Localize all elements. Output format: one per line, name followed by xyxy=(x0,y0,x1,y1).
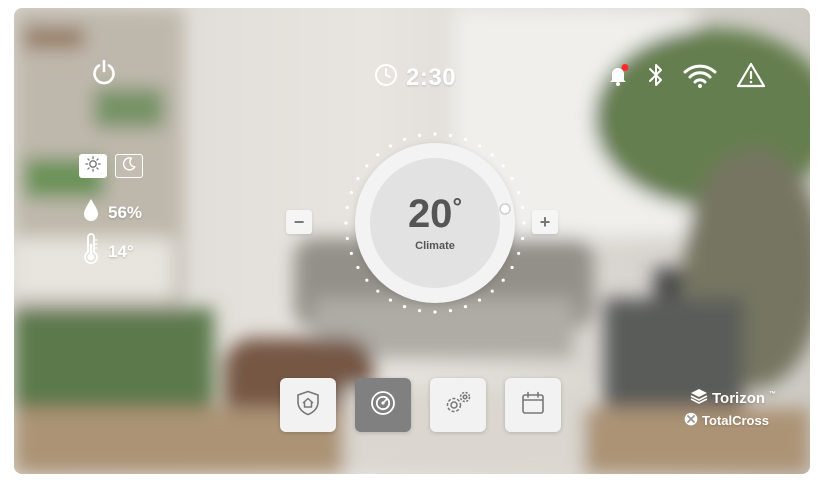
thermometer-icon xyxy=(82,233,100,270)
dial-tick xyxy=(477,144,482,148)
dial-tick xyxy=(521,236,525,241)
bluetooth-icon[interactable] xyxy=(648,62,664,93)
torizon-logo-text: Torizon xyxy=(712,389,766,407)
temperature-reading: 14° xyxy=(82,233,134,270)
thermostat-screen: 2:30 56% 14° − + 20° Climate Torizon ™ T… xyxy=(14,8,810,474)
dial-tick xyxy=(521,205,525,210)
water-drop-icon xyxy=(82,198,100,227)
dial-tick xyxy=(490,153,494,157)
dial-tick xyxy=(345,236,349,241)
torizon-logo: Torizon ™ xyxy=(690,388,776,408)
tab-climate[interactable] xyxy=(355,378,411,432)
moon-icon xyxy=(121,156,137,177)
status-bar xyxy=(606,62,766,93)
dial-tick xyxy=(402,137,407,141)
tab-security[interactable] xyxy=(280,378,336,432)
dial-tick xyxy=(490,289,494,293)
dial-tick xyxy=(388,144,393,148)
calendar-icon xyxy=(520,390,546,421)
setpoint-degree: ° xyxy=(452,194,463,221)
dial-label: Climate xyxy=(415,240,455,252)
dial-tick xyxy=(402,305,407,309)
dial-tick xyxy=(510,265,514,270)
dial-tick xyxy=(510,176,514,181)
bottom-tab-bar xyxy=(280,378,561,432)
dial-tick xyxy=(517,190,521,195)
dial-tick xyxy=(433,310,437,314)
dial-tick xyxy=(349,190,353,195)
clock-icon xyxy=(374,63,398,92)
day-mode-button[interactable] xyxy=(79,154,107,178)
totalcross-logo-text: TotalCross xyxy=(702,413,769,428)
tab-schedule[interactable] xyxy=(505,378,561,432)
dial-tick xyxy=(501,278,505,282)
night-mode-button[interactable] xyxy=(115,154,143,178)
dial-tick xyxy=(477,298,482,302)
power-button[interactable] xyxy=(90,58,118,86)
dial-tick xyxy=(463,137,468,141)
increase-temperature-button[interactable]: + xyxy=(532,210,558,234)
setpoint-value: 20 xyxy=(407,192,453,236)
home-shield-icon xyxy=(296,390,320,421)
dial-tick xyxy=(356,265,360,270)
dial-tick xyxy=(356,176,360,181)
dial-tick xyxy=(448,309,453,313)
torizon-logo-icon xyxy=(690,388,708,408)
power-icon xyxy=(90,58,118,86)
climate-dial[interactable]: 20° Climate xyxy=(340,128,530,318)
dial-tick xyxy=(365,164,369,168)
dial-tick xyxy=(349,251,353,256)
clock-time: 2:30 xyxy=(406,63,457,91)
dial-tick xyxy=(433,132,437,136)
dial-tick xyxy=(417,309,422,313)
humidity-value: 56% xyxy=(108,202,143,222)
totalcross-logo: TotalCross xyxy=(684,412,769,429)
humidity-reading: 56% xyxy=(82,198,142,227)
dial-tick xyxy=(417,133,422,137)
dial-tick xyxy=(517,251,521,256)
tab-settings[interactable] xyxy=(430,378,486,432)
warning-icon[interactable] xyxy=(736,62,766,93)
dial-tick xyxy=(376,289,380,293)
outdoor-temperature-value: 14° xyxy=(108,241,134,261)
totalcross-logo-icon xyxy=(684,412,698,429)
dial-tick xyxy=(344,221,348,225)
dial-tick xyxy=(501,164,505,168)
bell-icon[interactable] xyxy=(606,63,630,92)
clock: 2:30 xyxy=(374,63,456,92)
dial-tick xyxy=(463,305,468,309)
dial-tick xyxy=(345,205,349,210)
setpoint-temperature: 20° xyxy=(408,194,462,234)
dial-tick xyxy=(448,133,453,137)
thermostat-icon xyxy=(370,390,396,421)
dial-tick xyxy=(388,298,393,302)
dial-tick xyxy=(522,221,526,225)
day-night-toggle xyxy=(79,154,143,178)
wifi-icon[interactable] xyxy=(682,62,718,93)
settings-gears-icon xyxy=(443,390,473,421)
sun-icon xyxy=(85,155,101,177)
dial-tick xyxy=(376,153,380,157)
torizon-trademark: ™ xyxy=(769,390,777,398)
dial-tick xyxy=(365,278,369,282)
dial-face: 20° Climate xyxy=(370,158,500,288)
decrease-temperature-button[interactable]: − xyxy=(286,210,312,234)
